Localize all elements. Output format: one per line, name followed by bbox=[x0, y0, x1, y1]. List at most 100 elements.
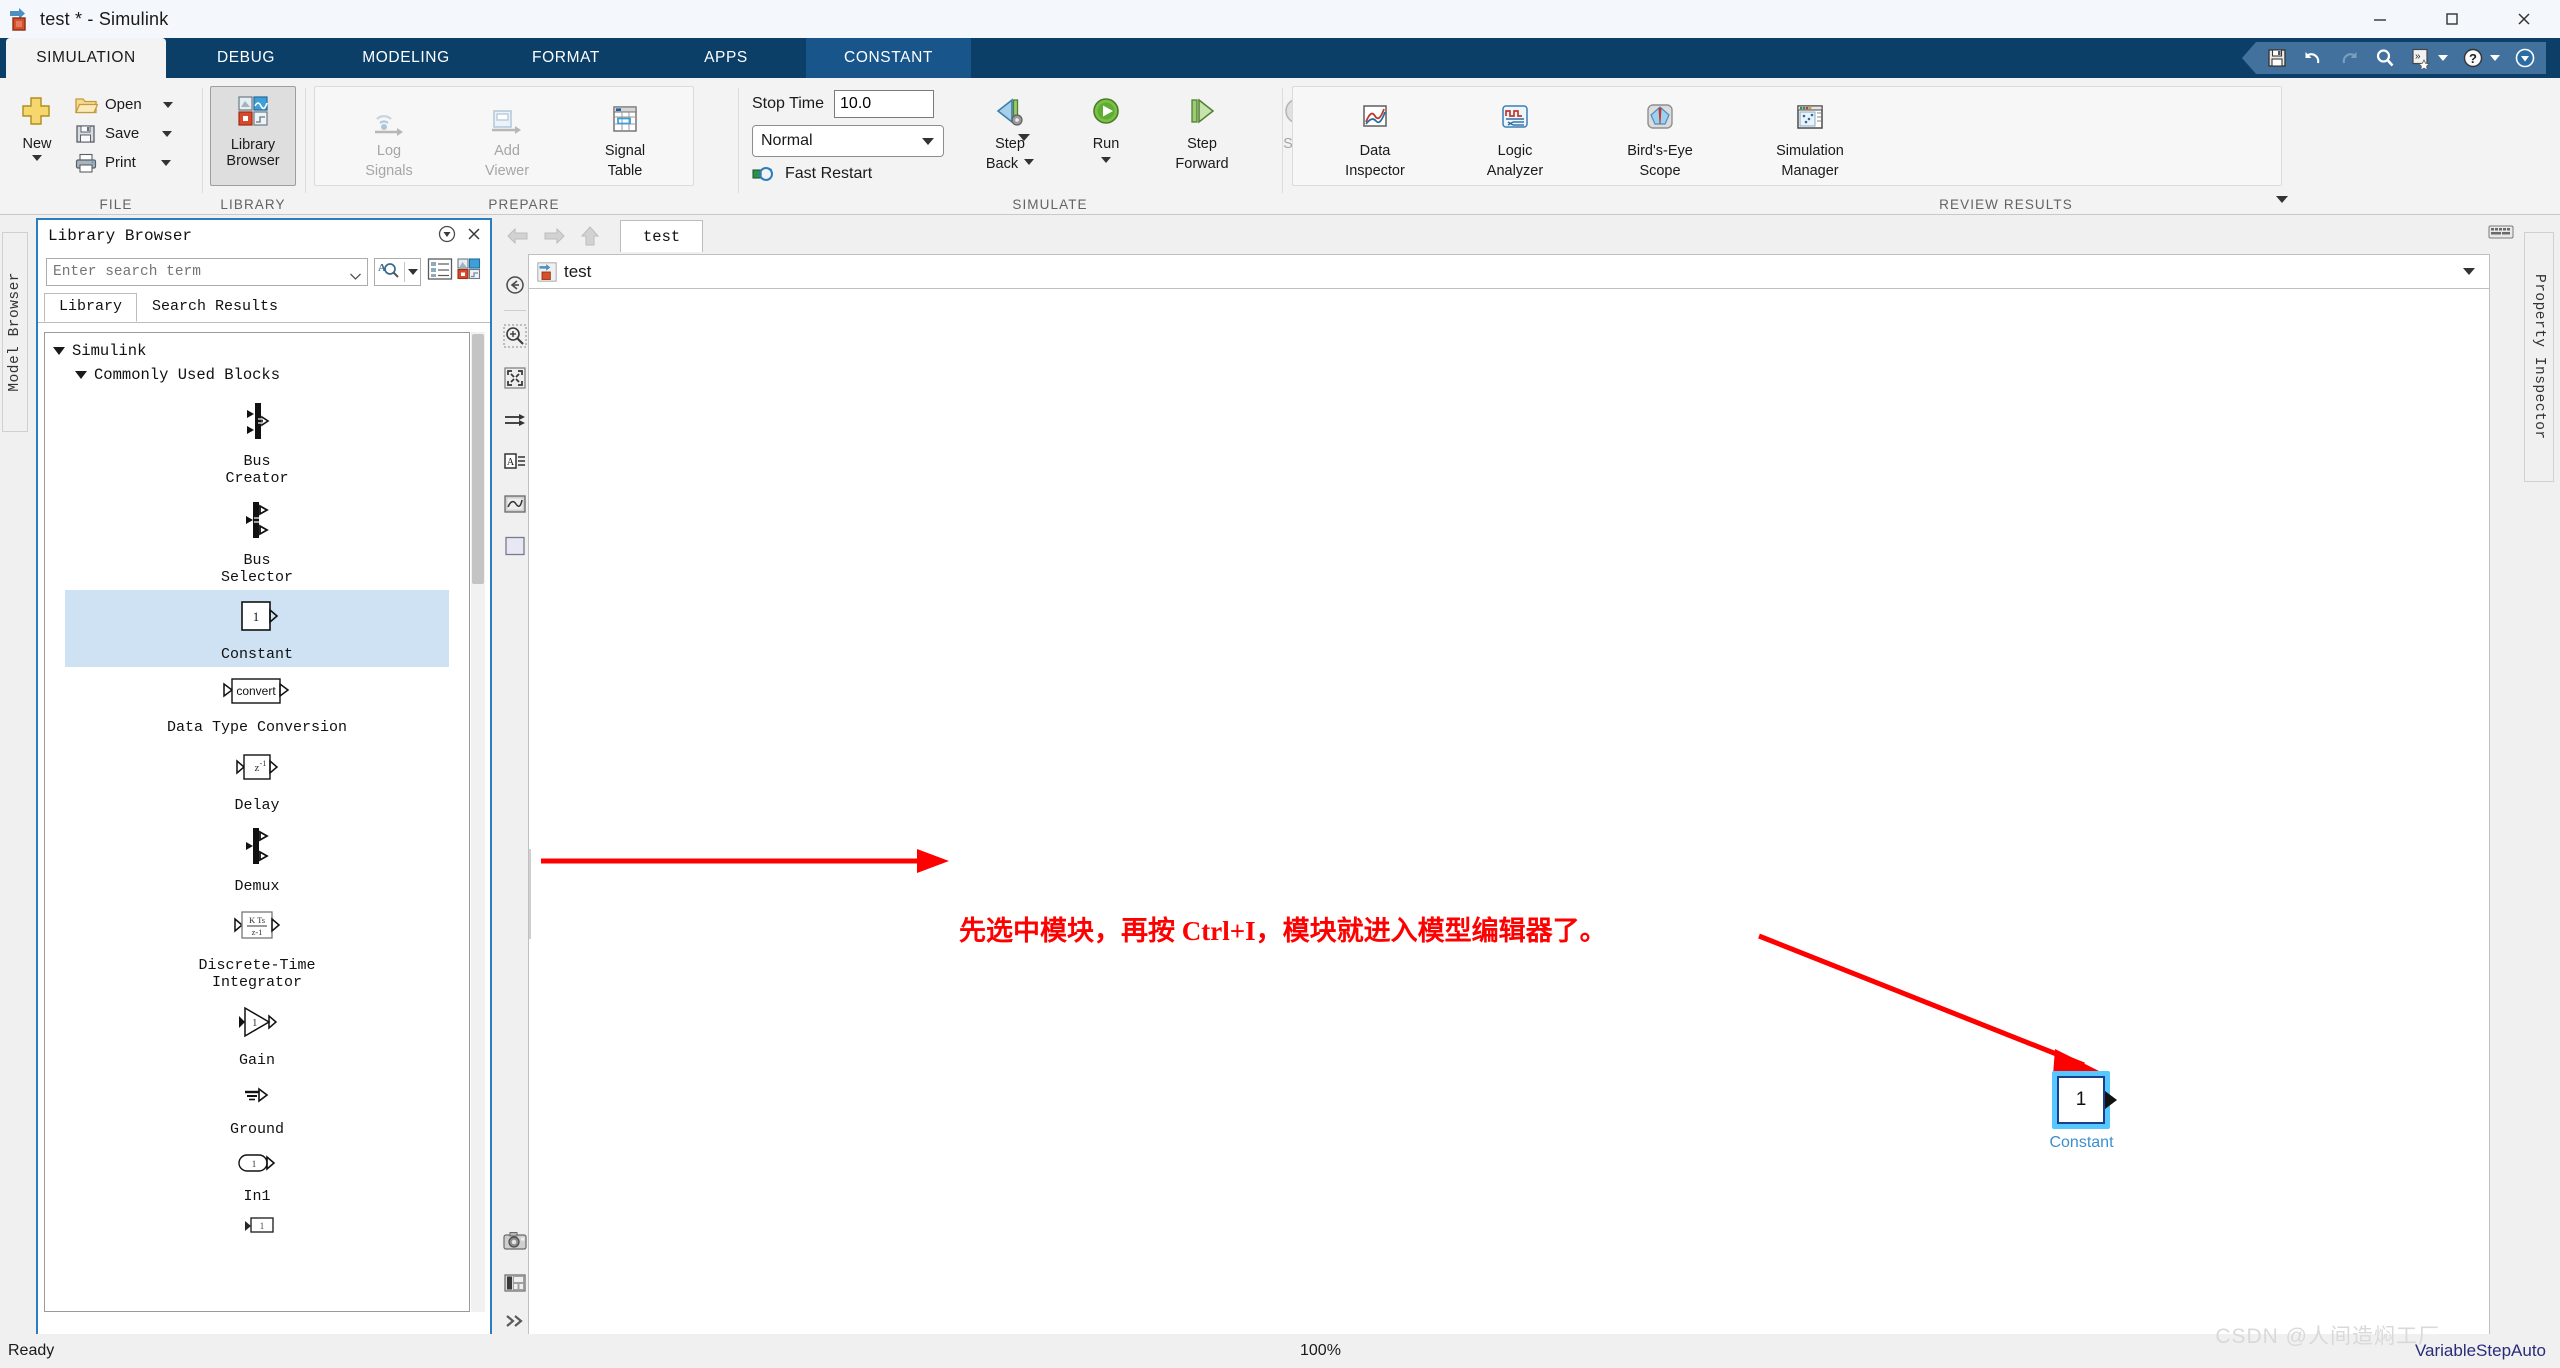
subsystem-icon[interactable] bbox=[498, 525, 532, 567]
maximize-button[interactable] bbox=[2416, 0, 2488, 38]
list-view-button[interactable] bbox=[427, 256, 453, 287]
birds-eye-scope-button[interactable]: Bird's-Eye Scope bbox=[1597, 93, 1723, 179]
canvas-block-constant[interactable]: 1 bbox=[2057, 1076, 2105, 1124]
property-inspector-dock-tab[interactable]: Property Inspector bbox=[2524, 232, 2554, 482]
model-tab-test[interactable]: test bbox=[620, 220, 703, 252]
expand-triangle-icon[interactable] bbox=[53, 347, 65, 355]
tab-modeling[interactable]: MODELING bbox=[326, 38, 486, 78]
tree-item-simulink[interactable]: Simulink bbox=[45, 339, 469, 363]
forward-arrow-icon[interactable] bbox=[536, 221, 572, 251]
signal-lines-icon[interactable] bbox=[498, 399, 532, 441]
tab-format[interactable]: FORMAT bbox=[486, 38, 646, 78]
camera-icon[interactable] bbox=[498, 1220, 532, 1262]
group-label-library: LIBRARY bbox=[204, 197, 302, 212]
up-arrow-icon[interactable] bbox=[572, 221, 608, 251]
favorites-caret-icon[interactable] bbox=[2438, 55, 2448, 61]
run-caret-icon[interactable] bbox=[1101, 157, 1111, 163]
layout-icon[interactable] bbox=[498, 1262, 532, 1304]
log-signals-button[interactable]: Log Signals bbox=[341, 93, 437, 179]
redo-icon[interactable] bbox=[2338, 47, 2360, 69]
library-tree-scrollbar[interactable] bbox=[471, 332, 485, 1312]
signal-table-button[interactable]: Signal Table bbox=[577, 93, 673, 179]
undo-icon[interactable] bbox=[2302, 47, 2324, 69]
print-button[interactable]: Print bbox=[74, 148, 173, 177]
tile-view-button[interactable] bbox=[456, 256, 482, 287]
group-label-simulate: SIMULATE bbox=[920, 197, 1180, 212]
search-options-button[interactable]: A bbox=[374, 258, 421, 286]
fit-to-view-icon[interactable] bbox=[498, 357, 532, 399]
print-caret-icon[interactable] bbox=[161, 160, 171, 166]
tab-search-results[interactable]: Search Results bbox=[137, 293, 293, 322]
back-arrow-icon[interactable] bbox=[500, 221, 536, 251]
svg-text:z-1: z-1 bbox=[252, 927, 263, 937]
minimize-button[interactable] bbox=[2344, 0, 2416, 38]
simulation-mode-caret-icon bbox=[922, 138, 934, 145]
step-back-button[interactable]: Step Back bbox=[962, 86, 1058, 172]
save-caret-icon[interactable] bbox=[162, 131, 172, 137]
model-browser-dock-tab[interactable]: Model Browser bbox=[2, 232, 28, 432]
keyboard-shortcut-icon[interactable] bbox=[2488, 224, 2514, 245]
breadcrumb-caret-icon[interactable] bbox=[2463, 268, 2475, 275]
simulation-mode-select[interactable]: Normal bbox=[752, 125, 944, 157]
library-block-discrete-time-integrator[interactable]: K Ts z-1 Discrete-TimeIntegrator bbox=[45, 899, 469, 996]
search-icon[interactable] bbox=[2374, 47, 2396, 69]
ground-icon bbox=[227, 1079, 287, 1116]
data-inspector-button[interactable]: Data Inspector bbox=[1317, 93, 1433, 179]
library-block-delay[interactable]: z -1 Delay bbox=[45, 741, 469, 818]
breadcrumb-model-name[interactable]: test bbox=[564, 262, 591, 282]
help-icon[interactable]: ? bbox=[2462, 47, 2484, 69]
ribbon-group-library: Library Browser LIBRARY bbox=[204, 78, 302, 215]
stop-time-input[interactable] bbox=[834, 90, 934, 118]
library-block-bus-selector[interactable]: BusSelector bbox=[45, 492, 469, 591]
library-tree[interactable]: Simulink Commonly Used Blocks bbox=[44, 332, 470, 1312]
library-block-bus-creator[interactable]: BusCreator bbox=[45, 393, 469, 492]
simulation-manager-button[interactable]: Simulation Manager bbox=[1747, 93, 1873, 179]
model-canvas[interactable]: 先选中模块，再按 Ctrl+I，模块就进入模型编辑器了。 1 Constant bbox=[528, 288, 2490, 1338]
search-history-chevron-icon[interactable] bbox=[350, 267, 361, 273]
expand-triangle-icon[interactable] bbox=[75, 371, 87, 379]
expand-icon[interactable] bbox=[2514, 47, 2536, 69]
svg-text:convert: convert bbox=[236, 684, 276, 698]
ribbon-expand-caret-icon[interactable] bbox=[2276, 196, 2288, 203]
library-block-in1[interactable]: 1 In1 bbox=[45, 1142, 469, 1209]
open-caret-icon[interactable] bbox=[163, 102, 173, 108]
zoom-in-icon[interactable] bbox=[498, 315, 532, 357]
library-browser-button[interactable]: Library Browser bbox=[210, 86, 296, 186]
new-button[interactable]: New bbox=[6, 86, 68, 177]
tab-library[interactable]: Library bbox=[44, 293, 137, 322]
annotation-icon[interactable]: A bbox=[498, 441, 532, 483]
dock-options-icon[interactable] bbox=[438, 225, 456, 248]
svg-text:1: 1 bbox=[260, 1221, 265, 1231]
help-caret-icon[interactable] bbox=[2490, 55, 2500, 61]
expand-chevron-icon[interactable] bbox=[498, 1304, 532, 1338]
tree-item-commonly-used-blocks[interactable]: Commonly Used Blocks bbox=[45, 363, 469, 387]
fast-restart-button[interactable]: Fast Restart bbox=[752, 164, 944, 184]
tab-constant[interactable]: CONSTANT bbox=[806, 38, 971, 78]
library-block-ground[interactable]: Ground bbox=[45, 1073, 469, 1142]
save-icon[interactable] bbox=[2266, 47, 2288, 69]
scrollbar-thumb[interactable] bbox=[472, 334, 484, 584]
add-viewer-button[interactable]: Add Viewer bbox=[459, 93, 555, 179]
library-block-gain[interactable]: 1 Gain bbox=[45, 996, 469, 1073]
step-forward-button[interactable]: Step Forward bbox=[1154, 86, 1250, 172]
library-block-constant[interactable]: 1 Constant bbox=[65, 590, 449, 667]
library-block-data-type-conversion[interactable]: convert Data Type Conversion bbox=[45, 667, 469, 740]
navigate-back-icon[interactable] bbox=[498, 264, 532, 306]
close-icon[interactable] bbox=[466, 226, 482, 247]
open-button[interactable]: Open bbox=[74, 90, 173, 119]
favorites-icon[interactable]: » bbox=[2410, 47, 2432, 69]
library-block-partial[interactable]: 1 bbox=[45, 1209, 469, 1242]
new-caret-icon[interactable] bbox=[32, 155, 42, 161]
csdn-watermark: CSDN @人间造焖工厂 bbox=[2215, 1320, 2440, 1350]
step-back-caret-icon[interactable] bbox=[1024, 159, 1034, 165]
save-button[interactable]: Save bbox=[74, 119, 173, 148]
close-button[interactable] bbox=[2488, 0, 2560, 38]
logic-analyzer-button[interactable]: Logic Analyzer bbox=[1457, 93, 1573, 179]
tab-apps[interactable]: APPS bbox=[646, 38, 806, 78]
search-input[interactable] bbox=[46, 258, 368, 286]
tab-simulation[interactable]: SIMULATION bbox=[6, 38, 166, 78]
run-button[interactable]: Run bbox=[1058, 86, 1154, 172]
library-block-demux[interactable]: Demux bbox=[45, 818, 469, 899]
tab-debug[interactable]: DEBUG bbox=[166, 38, 326, 78]
scope-preview-icon[interactable] bbox=[498, 483, 532, 525]
